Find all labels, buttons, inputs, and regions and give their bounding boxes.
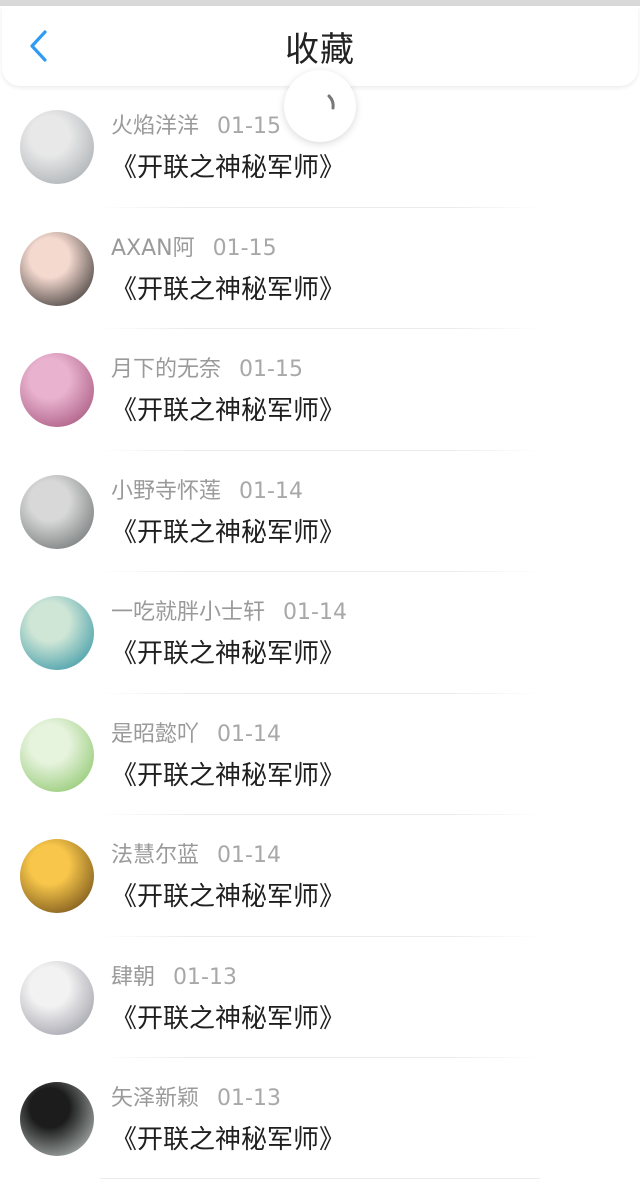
list-item[interactable]: 小野寺怀莲 01-14 《开联之神秘军师》 (0, 451, 640, 572)
list-item[interactable]: AXAN阿 01-15 《开联之神秘军师》 (0, 208, 640, 329)
avatar[interactable] (20, 596, 94, 670)
username[interactable]: 矢泽新颖 (111, 1086, 199, 1111)
book-title[interactable]: 《开联之神秘军师》 (111, 515, 345, 551)
list-item[interactable]: 是昭懿吖 01-14 《开联之神秘军师》 (0, 694, 640, 815)
item-meta: AXAN阿 01-15 (111, 234, 277, 264)
username[interactable]: 月下的无奈 (111, 357, 221, 382)
date: 01-14 (239, 478, 303, 504)
book-title[interactable]: 《开联之神秘军师》 (111, 150, 345, 186)
book-title[interactable]: 《开联之神秘军师》 (111, 636, 345, 672)
date: 01-15 (212, 235, 277, 261)
username[interactable]: 是昭懿吖 (111, 722, 199, 747)
book-title[interactable]: 《开联之神秘军师》 (111, 1122, 345, 1158)
username[interactable]: 法慧尔蓝 (111, 843, 199, 868)
avatar[interactable] (20, 960, 94, 1035)
date: 01-14 (283, 600, 347, 625)
item-meta: 月下的无奈 01-15 (111, 355, 303, 385)
item-meta: 小野寺怀莲 01-14 (111, 477, 303, 507)
avatar[interactable] (20, 717, 94, 792)
username[interactable]: AXAN阿 (111, 236, 195, 261)
favorites-list: 火焰洋洋 01-15 《开联之神秘军师》 AXAN阿 01-15 《开联之神秘军师》… (0, 86, 640, 1180)
username[interactable]: 一吃就胖小士轩 (111, 600, 265, 625)
avatar[interactable] (20, 353, 94, 427)
avatar[interactable] (20, 474, 94, 549)
item-meta: 肆朝 01-13 (111, 963, 237, 993)
date: 01-14 (217, 721, 281, 747)
list-item[interactable]: 肆朝 01-13 《开联之神秘军师》 (0, 937, 640, 1058)
avatar[interactable] (20, 1082, 94, 1156)
date: 01-14 (217, 843, 281, 868)
date: 01-13 (217, 1086, 281, 1111)
avatar[interactable] (20, 839, 94, 913)
date: 01-13 (173, 964, 237, 990)
loading-icon (327, 94, 335, 110)
date: 01-15 (217, 114, 281, 139)
divider (100, 1178, 540, 1179)
item-meta: 是昭懿吖 01-14 (111, 720, 281, 750)
page-title: 收藏 (285, 30, 355, 70)
avatar[interactable] (20, 231, 94, 306)
item-meta: 矢泽新颖 01-13 (111, 1084, 281, 1114)
book-title[interactable]: 《开联之神秘军师》 (111, 879, 345, 915)
item-meta: 法慧尔蓝 01-14 (111, 841, 281, 871)
book-title[interactable]: 《开联之神秘军师》 (111, 272, 345, 308)
username[interactable]: 火焰洋洋 (111, 114, 199, 139)
loading-spinner (284, 70, 356, 142)
item-meta: 一吃就胖小士轩 01-14 (111, 598, 347, 628)
item-meta: 火焰洋洋 01-15 (111, 112, 281, 142)
avatar[interactable] (20, 110, 94, 184)
book-title[interactable]: 《开联之神秘军师》 (111, 758, 345, 794)
list-item[interactable]: 月下的无奈 01-15 《开联之神秘军师》 (0, 329, 640, 451)
list-item[interactable]: 法慧尔蓝 01-14 《开联之神秘军师》 (0, 815, 640, 937)
date: 01-15 (239, 357, 303, 382)
list-item[interactable]: 一吃就胖小士轩 01-14 《开联之神秘军师》 (0, 572, 640, 694)
book-title[interactable]: 《开联之神秘军师》 (111, 1001, 345, 1037)
username[interactable]: 肆朝 (111, 965, 155, 990)
list-item[interactable]: 矢泽新颖 01-13 《开联之神秘军师》 (0, 1058, 640, 1180)
username[interactable]: 小野寺怀莲 (111, 479, 221, 504)
book-title[interactable]: 《开联之神秘军师》 (111, 393, 345, 429)
